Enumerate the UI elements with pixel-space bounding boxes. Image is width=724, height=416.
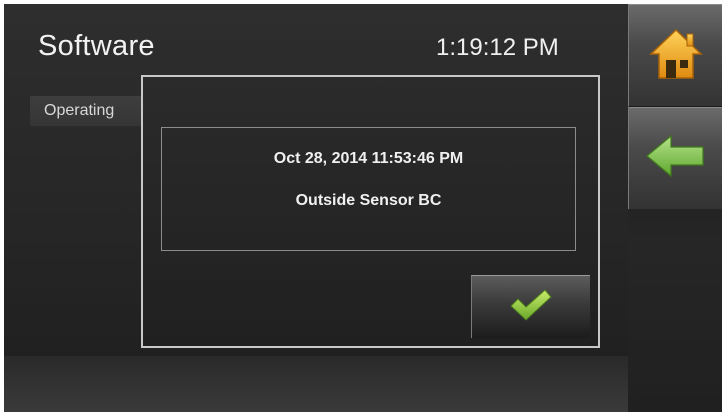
clock: 1:19:12 PM <box>436 34 559 61</box>
device-screen: Software 1:19:12 PM Operating Oct 28, 20… <box>4 4 722 412</box>
home-icon <box>647 24 705 87</box>
alert-timestamp: Oct 28, 2014 11:53:46 PM <box>273 150 464 167</box>
home-button[interactable] <box>628 4 722 106</box>
back-button[interactable] <box>628 106 722 209</box>
checkmark-icon <box>509 288 553 327</box>
back-arrow-icon <box>645 134 707 183</box>
alert-dialog: Oct 28, 2014 11:53:46 PM Outside Sensor … <box>141 75 600 348</box>
message-box: Oct 28, 2014 11:53:46 PM Outside Sensor … <box>161 127 576 251</box>
alert-message: Outside Sensor BC <box>295 192 442 209</box>
list-item-label: Operating <box>44 102 115 119</box>
confirm-button[interactable] <box>471 275 590 338</box>
page-title: Software <box>38 30 155 62</box>
bottom-band <box>4 356 628 412</box>
